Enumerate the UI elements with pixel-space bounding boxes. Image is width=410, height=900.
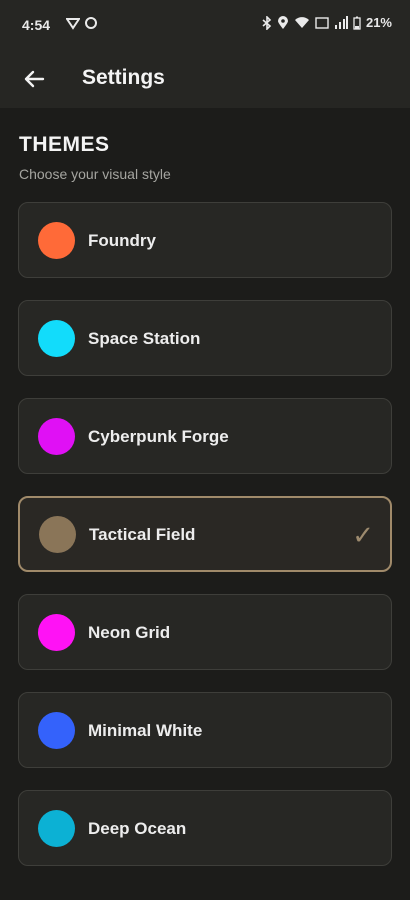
vpn-icon bbox=[66, 18, 80, 30]
theme-option-deep-ocean[interactable]: Deep Ocean bbox=[18, 790, 392, 866]
section-title: THEMES bbox=[19, 133, 110, 156]
status-time: 4:54 bbox=[22, 17, 51, 33]
status-right-icons: 21% bbox=[262, 15, 392, 30]
theme-list: Foundry Space Station Cyberpunk Forge Ta… bbox=[18, 202, 392, 888]
theme-label: Space Station bbox=[88, 329, 201, 348]
section-subtitle: Choose your visual style bbox=[19, 166, 171, 182]
wifi-icon bbox=[294, 17, 309, 28]
theme-label: Minimal White bbox=[88, 721, 203, 740]
volte-icon bbox=[315, 16, 329, 29]
color-swatch bbox=[39, 516, 76, 553]
theme-option-cyberpunk-forge[interactable]: Cyberpunk Forge bbox=[18, 398, 392, 474]
theme-label: Tactical Field bbox=[89, 525, 196, 544]
arrow-left-icon bbox=[24, 70, 45, 88]
back-button[interactable] bbox=[14, 59, 54, 99]
theme-label: Cyberpunk Forge bbox=[88, 427, 229, 446]
location-icon bbox=[277, 15, 288, 29]
color-swatch bbox=[38, 222, 75, 259]
theme-label: Neon Grid bbox=[88, 623, 171, 642]
navigation-bar bbox=[0, 880, 410, 900]
circle-icon bbox=[85, 17, 97, 29]
theme-option-neon-grid[interactable]: Neon Grid bbox=[18, 594, 392, 670]
color-swatch bbox=[38, 810, 75, 847]
page-title: Settings bbox=[82, 66, 165, 89]
battery-icon bbox=[353, 16, 361, 30]
color-swatch bbox=[38, 712, 75, 749]
app-bar: Settings bbox=[0, 50, 410, 108]
color-swatch bbox=[38, 614, 75, 651]
color-swatch bbox=[38, 418, 75, 455]
checkmark-icon: ✓ bbox=[352, 520, 374, 550]
theme-label: Foundry bbox=[88, 231, 156, 250]
theme-option-minimal-white[interactable]: Minimal White bbox=[18, 692, 392, 768]
bluetooth-icon bbox=[262, 15, 272, 30]
theme-option-foundry[interactable]: Foundry bbox=[18, 202, 392, 278]
status-left-icons bbox=[66, 16, 98, 30]
color-swatch bbox=[38, 320, 75, 357]
theme-option-space-station[interactable]: Space Station bbox=[18, 300, 392, 376]
signal-icon bbox=[334, 16, 348, 29]
theme-option-tactical-field[interactable]: Tactical Field ✓ bbox=[18, 496, 392, 572]
battery-percent: 21% bbox=[365, 15, 392, 30]
status-bar: 4:54 21% bbox=[0, 0, 410, 50]
theme-label: Deep Ocean bbox=[88, 819, 187, 838]
